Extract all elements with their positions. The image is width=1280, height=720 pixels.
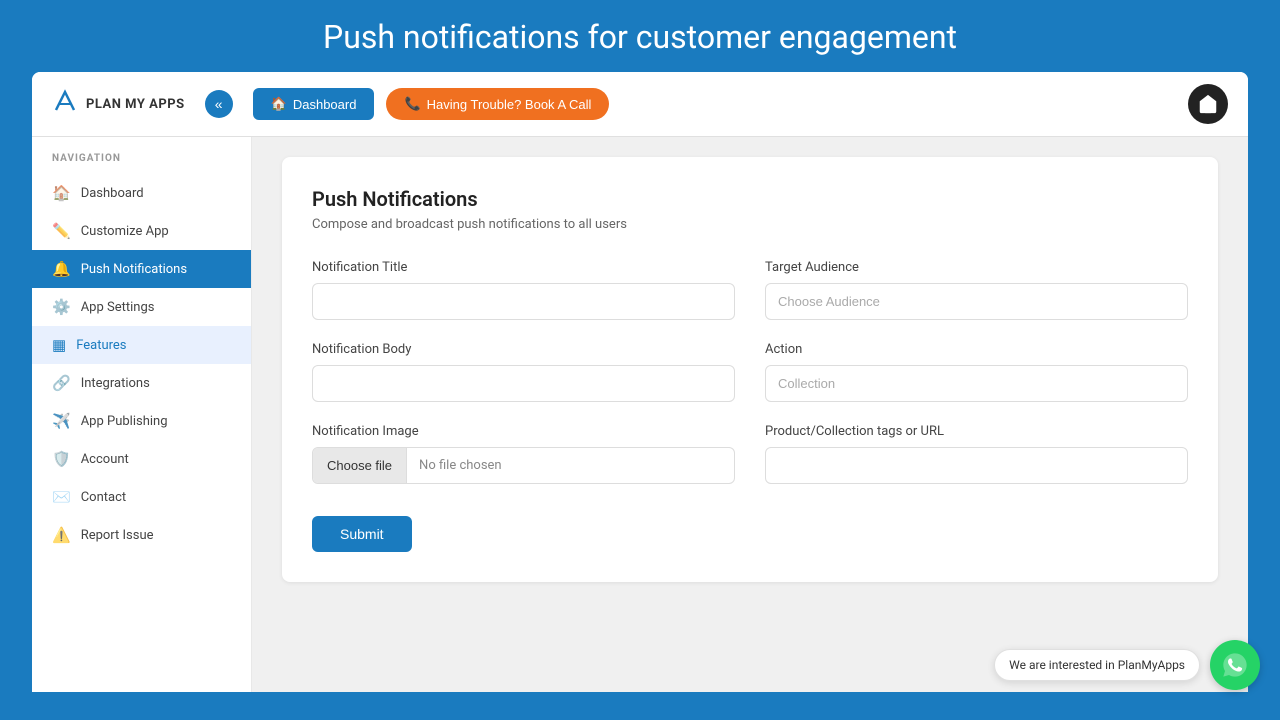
nav-label: NAVIGATION bbox=[32, 153, 251, 174]
publishing-icon: ✈️ bbox=[52, 412, 71, 430]
product-collection-group: Product/Collection tags or URL bbox=[765, 424, 1188, 484]
action-group: Action bbox=[765, 342, 1188, 402]
file-input-container: Choose file No file chosen bbox=[312, 447, 735, 484]
settings-icon: ⚙️ bbox=[52, 298, 71, 316]
target-audience-group: Target Audience bbox=[765, 260, 1188, 320]
top-banner: Push notifications for customer engageme… bbox=[0, 0, 1280, 72]
header-bar: PLAN MY APPS « 🏠 Dashboard 📞 Having Trou… bbox=[32, 72, 1248, 137]
user-avatar[interactable] bbox=[1188, 84, 1228, 124]
choose-file-button[interactable]: Choose file bbox=[313, 448, 407, 483]
target-audience-input[interactable] bbox=[765, 283, 1188, 320]
features-icon: ▦ bbox=[52, 336, 66, 354]
notification-body-input[interactable] bbox=[312, 365, 735, 402]
form-title: Push Notifications bbox=[312, 187, 1188, 211]
form-subtitle: Compose and broadcast push notifications… bbox=[312, 217, 1188, 232]
integrations-icon: 🔗 bbox=[52, 374, 71, 392]
contact-icon: ✉️ bbox=[52, 488, 71, 506]
sidebar-item-customize-app[interactable]: ✏️ Customize App bbox=[32, 212, 251, 250]
sidebar: NAVIGATION 🏠 Dashboard ✏️ Customize App … bbox=[32, 137, 252, 692]
product-collection-label: Product/Collection tags or URL bbox=[765, 424, 1188, 439]
sidebar-item-dashboard[interactable]: 🏠 Dashboard bbox=[32, 174, 251, 212]
logo-text: PLAN MY APPS bbox=[86, 97, 185, 112]
file-name-display: No file chosen bbox=[407, 448, 734, 483]
phone-icon: 📞 bbox=[404, 96, 420, 112]
action-input[interactable] bbox=[765, 365, 1188, 402]
notification-title-label: Notification Title bbox=[312, 260, 735, 275]
submit-button[interactable]: Submit bbox=[312, 516, 412, 552]
sidebar-item-integrations[interactable]: 🔗 Integrations bbox=[32, 364, 251, 402]
dashboard-button[interactable]: 🏠 Dashboard bbox=[253, 88, 375, 120]
notification-image-group: Notification Image Choose file No file c… bbox=[312, 424, 735, 484]
sidebar-item-features[interactable]: ▦ Features bbox=[32, 326, 251, 364]
dashboard-icon: 🏠 bbox=[52, 184, 71, 202]
main-container: PLAN MY APPS « 🏠 Dashboard 📞 Having Trou… bbox=[32, 72, 1248, 692]
bell-icon: 🔔 bbox=[52, 260, 71, 278]
form-row-3: Notification Image Choose file No file c… bbox=[312, 424, 1188, 484]
action-label: Action bbox=[765, 342, 1188, 357]
report-icon: ⚠️ bbox=[52, 526, 71, 544]
main-content: Push Notifications Compose and broadcast… bbox=[252, 137, 1248, 692]
book-call-button[interactable]: 📞 Having Trouble? Book A Call bbox=[386, 88, 609, 120]
header-nav-buttons: 🏠 Dashboard 📞 Having Trouble? Book A Cal… bbox=[253, 88, 1188, 120]
notification-body-group: Notification Body bbox=[312, 342, 735, 402]
whatsapp-button[interactable] bbox=[1210, 640, 1260, 690]
account-icon: 🛡️ bbox=[52, 450, 71, 468]
content-area: NAVIGATION 🏠 Dashboard ✏️ Customize App … bbox=[32, 137, 1248, 692]
form-row-2: Notification Body Action bbox=[312, 342, 1188, 402]
product-collection-input[interactable] bbox=[765, 447, 1188, 484]
notification-title-input[interactable] bbox=[312, 283, 735, 320]
sidebar-item-report-issue[interactable]: ⚠️ Report Issue bbox=[32, 516, 251, 554]
push-notification-form-card: Push Notifications Compose and broadcast… bbox=[282, 157, 1218, 582]
notification-body-label: Notification Body bbox=[312, 342, 735, 357]
notification-title-group: Notification Title bbox=[312, 260, 735, 320]
customize-icon: ✏️ bbox=[52, 222, 71, 240]
sidebar-item-account[interactable]: 🛡️ Account bbox=[32, 440, 251, 478]
sidebar-item-contact[interactable]: ✉️ Contact bbox=[32, 478, 251, 516]
sidebar-item-app-publishing[interactable]: ✈️ App Publishing bbox=[32, 402, 251, 440]
logo-icon bbox=[52, 88, 78, 120]
collapse-sidebar-button[interactable]: « bbox=[205, 90, 233, 118]
sidebar-item-app-settings[interactable]: ⚙️ App Settings bbox=[32, 288, 251, 326]
whatsapp-floating-area: We are interested in PlanMyApps bbox=[994, 640, 1260, 690]
target-audience-label: Target Audience bbox=[765, 260, 1188, 275]
logo-area: PLAN MY APPS bbox=[52, 88, 185, 120]
whatsapp-tooltip: We are interested in PlanMyApps bbox=[994, 649, 1200, 681]
notification-image-label: Notification Image bbox=[312, 424, 735, 439]
form-row-1: Notification Title Target Audience bbox=[312, 260, 1188, 320]
banner-title: Push notifications for customer engageme… bbox=[0, 18, 1280, 56]
sidebar-item-push-notifications[interactable]: 🔔 Push Notifications bbox=[32, 250, 251, 288]
home-icon: 🏠 bbox=[271, 96, 287, 112]
